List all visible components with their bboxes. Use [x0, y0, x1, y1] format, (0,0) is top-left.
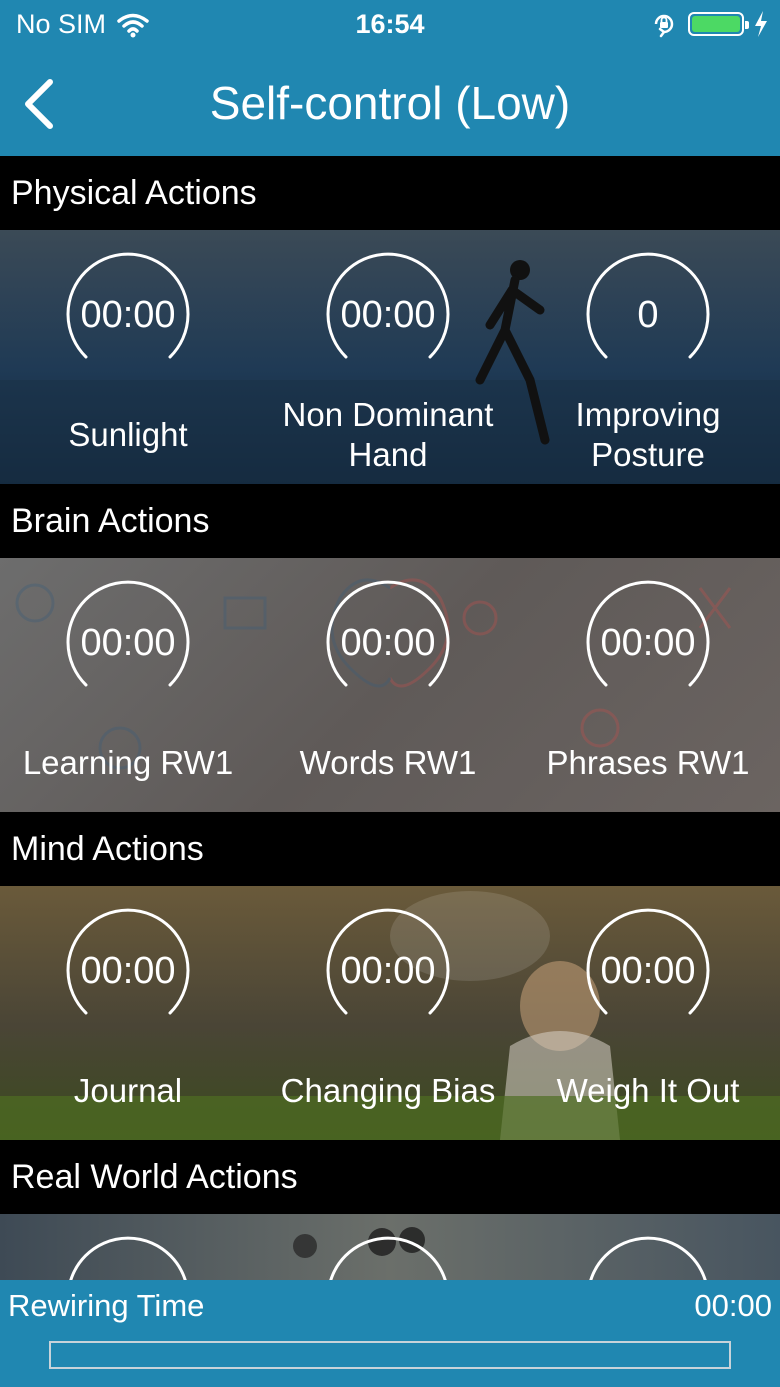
- battery-icon: [688, 12, 749, 36]
- status-bar: No SIM 16:54: [0, 0, 780, 52]
- panel-real-world-actions: [0, 1214, 780, 1280]
- action-sunlight[interactable]: 00:00 Sunlight: [0, 230, 256, 484]
- section-header-real-world: Real World Actions: [0, 1140, 780, 1214]
- action-label: Journal: [73, 1072, 183, 1109]
- rewiring-time-bar: Rewiring Time 00:00: [0, 1280, 780, 1387]
- rewiring-time-label: Rewiring Time: [8, 1288, 205, 1323]
- progress-ring: [589, 1236, 707, 1280]
- action-journal[interactable]: 00:00 Journal: [0, 886, 256, 1140]
- action-real-world-2[interactable]: [260, 1214, 516, 1280]
- charging-bolt-icon: [755, 11, 767, 37]
- action-value: 00:00: [80, 950, 176, 992]
- progress-ring: [329, 1236, 447, 1280]
- action-value: 00:00: [340, 294, 436, 336]
- section-header-physical: Physical Actions: [0, 156, 780, 230]
- action-value: 00:00: [340, 950, 436, 992]
- rewiring-time-value: 00:00: [694, 1288, 772, 1323]
- page-title: Self-control (Low): [209, 77, 571, 129]
- section-title: Brain Actions: [11, 502, 210, 540]
- action-label: Changing Bias: [280, 1072, 496, 1109]
- action-value: 00:00: [340, 622, 436, 664]
- navigation-bar: Self-control (Low): [0, 52, 780, 156]
- action-label: Sunlight: [68, 416, 188, 453]
- action-non-dominant-hand[interactable]: 00:00 Non Dominant Hand: [260, 230, 516, 484]
- status-right: [650, 10, 768, 38]
- action-words-rw1[interactable]: 00:00 Words RW1: [260, 558, 516, 812]
- action-value: 0: [637, 294, 659, 336]
- action-label: Improving Posture: [575, 396, 721, 473]
- section-title: Mind Actions: [11, 830, 204, 868]
- battery-nub: [745, 21, 749, 29]
- action-label: Phrases RW1: [546, 744, 750, 781]
- action-real-world-1[interactable]: [0, 1214, 256, 1280]
- action-phrases-rw1[interactable]: 00:00 Phrases RW1: [520, 558, 776, 812]
- section-title: Physical Actions: [11, 174, 257, 212]
- action-label: Weigh It Out: [556, 1072, 740, 1109]
- battery-level: [692, 16, 740, 32]
- action-real-world-3[interactable]: [520, 1214, 776, 1280]
- action-label: Words RW1: [299, 744, 477, 781]
- action-changing-bias[interactable]: 00:00 Changing Bias: [260, 886, 516, 1140]
- progress-ring: [69, 1236, 187, 1280]
- rewiring-progress-bar: [49, 1341, 731, 1369]
- section-header-brain: Brain Actions: [0, 484, 780, 558]
- panel-brain-actions: 00:00 Learning RW1 00:00 Words RW1 00:00…: [0, 558, 780, 812]
- panel-physical-actions: 00:00 Sunlight 00:00 Non Dominant Hand 0…: [0, 230, 780, 484]
- action-value: 00:00: [600, 950, 696, 992]
- action-label: Learning RW1: [22, 744, 234, 781]
- action-weigh-it-out[interactable]: 00:00 Weigh It Out: [520, 886, 776, 1140]
- action-value: 00:00: [80, 294, 176, 336]
- orientation-lock-icon: [654, 14, 674, 38]
- action-value: 00:00: [80, 622, 176, 664]
- section-title: Real World Actions: [11, 1158, 298, 1196]
- action-improving-posture[interactable]: 0 Improving Posture: [520, 230, 776, 484]
- panel-mind-actions: 00:00 Journal 00:00 Changing Bias 00:00 …: [0, 886, 780, 1140]
- section-header-mind: Mind Actions: [0, 812, 780, 886]
- action-label: Non Dominant Hand: [282, 396, 494, 473]
- action-learning-rw1[interactable]: 00:00 Learning RW1: [0, 558, 256, 812]
- action-value: 00:00: [600, 622, 696, 664]
